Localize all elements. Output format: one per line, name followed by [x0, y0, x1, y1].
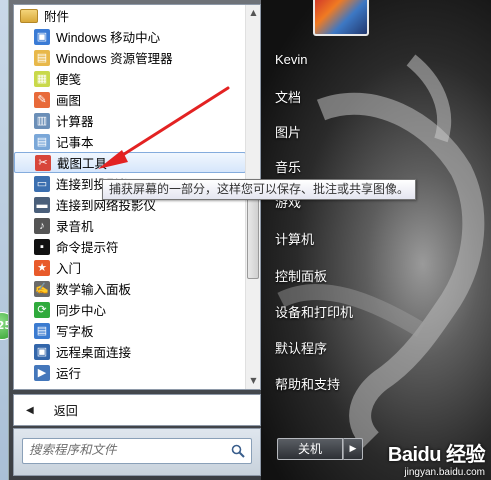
program-item[interactable]: ▣ Windows 移动中心 — [14, 26, 246, 47]
back-button[interactable]: ◀ 返回 — [13, 394, 261, 426]
sound-recorder-icon: ♪ — [34, 217, 50, 234]
program-item-label: 便笺 — [56, 73, 82, 87]
watermark-logo: Baidu 经验 — [387, 444, 486, 466]
right-pane-item[interactable]: 文档 — [275, 87, 301, 106]
folder-label: 附件 — [44, 10, 70, 24]
run-icon: ▶ — [34, 364, 50, 381]
program-item-label: 远程桌面连接 — [56, 346, 132, 360]
baidu-watermark: Baidu 经验 jingyan.baidu.com — [365, 438, 486, 478]
search-icon[interactable] — [231, 444, 245, 458]
watermark-url: jingyan.baidu.com — [404, 467, 485, 478]
wordpad-icon: ▤ — [34, 322, 50, 339]
back-arrow-icon: ◀ — [26, 404, 34, 416]
program-item[interactable]: ✍ 数学输入面板 — [14, 278, 246, 299]
right-pane-item[interactable]: 音乐 — [275, 157, 301, 176]
back-label: 返回 — [53, 403, 78, 418]
program-item-label: 录音机 — [56, 220, 94, 234]
program-item-label: 写字板 — [56, 325, 94, 339]
network-projector-icon: ▬ — [34, 196, 50, 213]
sticky-notes-icon: ▦ — [34, 70, 50, 87]
mobility-center-icon: ▣ — [34, 28, 50, 45]
search-box[interactable] — [22, 438, 252, 464]
program-item-label: 命令提示符 — [56, 241, 119, 255]
program-item[interactable]: ▥ 计算器 — [14, 110, 246, 131]
folder-accessories[interactable]: 附件 — [14, 5, 246, 26]
program-item[interactable]: ✂ 截图工具 — [14, 152, 246, 173]
right-pane-item[interactable]: 设备和打印机 — [275, 302, 353, 321]
search-input[interactable] — [29, 443, 219, 457]
program-item[interactable]: ✎ 画图 — [14, 89, 246, 110]
projector-icon: ▭ — [34, 175, 50, 192]
paint-icon: ✎ — [34, 91, 50, 108]
program-item-label: Windows 移动中心 — [56, 31, 161, 45]
math-input-icon: ✍ — [34, 280, 50, 297]
program-item[interactable]: ▶ 运行 — [14, 362, 246, 383]
right-pane-item[interactable]: 图片 — [275, 122, 301, 141]
program-item-label: Windows 资源管理器 — [56, 52, 173, 66]
snipping-tool-icon: ✂ — [35, 154, 51, 171]
program-item[interactable]: ▣ 远程桌面连接 — [14, 341, 246, 362]
program-item[interactable]: ▤ 写字板 — [14, 320, 246, 341]
shutdown-options-icon[interactable]: ▶ — [343, 438, 363, 460]
right-pane-item[interactable]: Kevin — [275, 52, 308, 67]
right-pane-item[interactable]: 控制面板 — [275, 266, 327, 285]
user-picture[interactable] — [313, 0, 369, 36]
program-item[interactable]: ▤ Windows 资源管理器 — [14, 47, 246, 68]
getting-started-icon: ★ — [34, 259, 50, 276]
scroll-up-icon[interactable]: ▲ — [246, 5, 261, 21]
command-prompt-icon: ▪ — [34, 238, 50, 255]
program-item[interactable]: ★ 入门 — [14, 257, 246, 278]
right-pane-item[interactable]: 帮助和支持 — [275, 374, 340, 393]
program-item-label: 画图 — [56, 94, 82, 108]
calculator-icon: ▥ — [34, 112, 50, 129]
sync-center-icon: ⟳ — [34, 301, 50, 318]
program-item[interactable]: ♪ 录音机 — [14, 215, 246, 236]
tooltip: 捕获屏幕的一部分，这样您可以保存、批注或共享图像。 — [102, 179, 417, 200]
notepad-icon: ▤ — [34, 133, 50, 150]
program-item-label: 入门 — [56, 262, 82, 276]
right-pane-item[interactable]: 默认程序 — [275, 338, 327, 357]
program-item-label: 数学输入面板 — [56, 283, 132, 297]
explorer-icon: ▤ — [34, 49, 50, 66]
program-item[interactable]: ⟳ 同步中心 — [14, 299, 246, 320]
shutdown-button[interactable]: 关机 — [277, 438, 343, 460]
folder-icon — [20, 8, 38, 23]
program-item[interactable]: ▤ 记事本 — [14, 131, 246, 152]
program-item-label: 记事本 — [56, 136, 94, 150]
remote-desktop-icon: ▣ — [34, 343, 50, 360]
scroll-down-icon[interactable]: ▼ — [246, 373, 261, 389]
program-item-label: 运行 — [56, 367, 82, 381]
program-item-label: 同步中心 — [56, 304, 107, 318]
search-area — [13, 428, 261, 476]
program-item[interactable]: ▪ 命令提示符 — [14, 236, 246, 257]
program-item-label: 计算器 — [56, 115, 94, 129]
right-pane: Kevin 文档 图片 音乐 游戏 计算机 控制面板 设备和打印机 默认程序 帮助和支持 关机 ▶ — [261, 0, 491, 480]
right-pane-item[interactable]: 计算机 — [275, 229, 314, 248]
program-item[interactable]: ▦ 便笺 — [14, 68, 246, 89]
start-menu: 附件 ▣ Windows 移动中心 ▤ Windows 资源管理器 ▦ 便笺 ✎ 画图 ▥ 计算器… — [8, 0, 491, 480]
desktop-edge: 25 — [0, 0, 16, 480]
program-item-label: 截图工具 — [57, 157, 108, 171]
